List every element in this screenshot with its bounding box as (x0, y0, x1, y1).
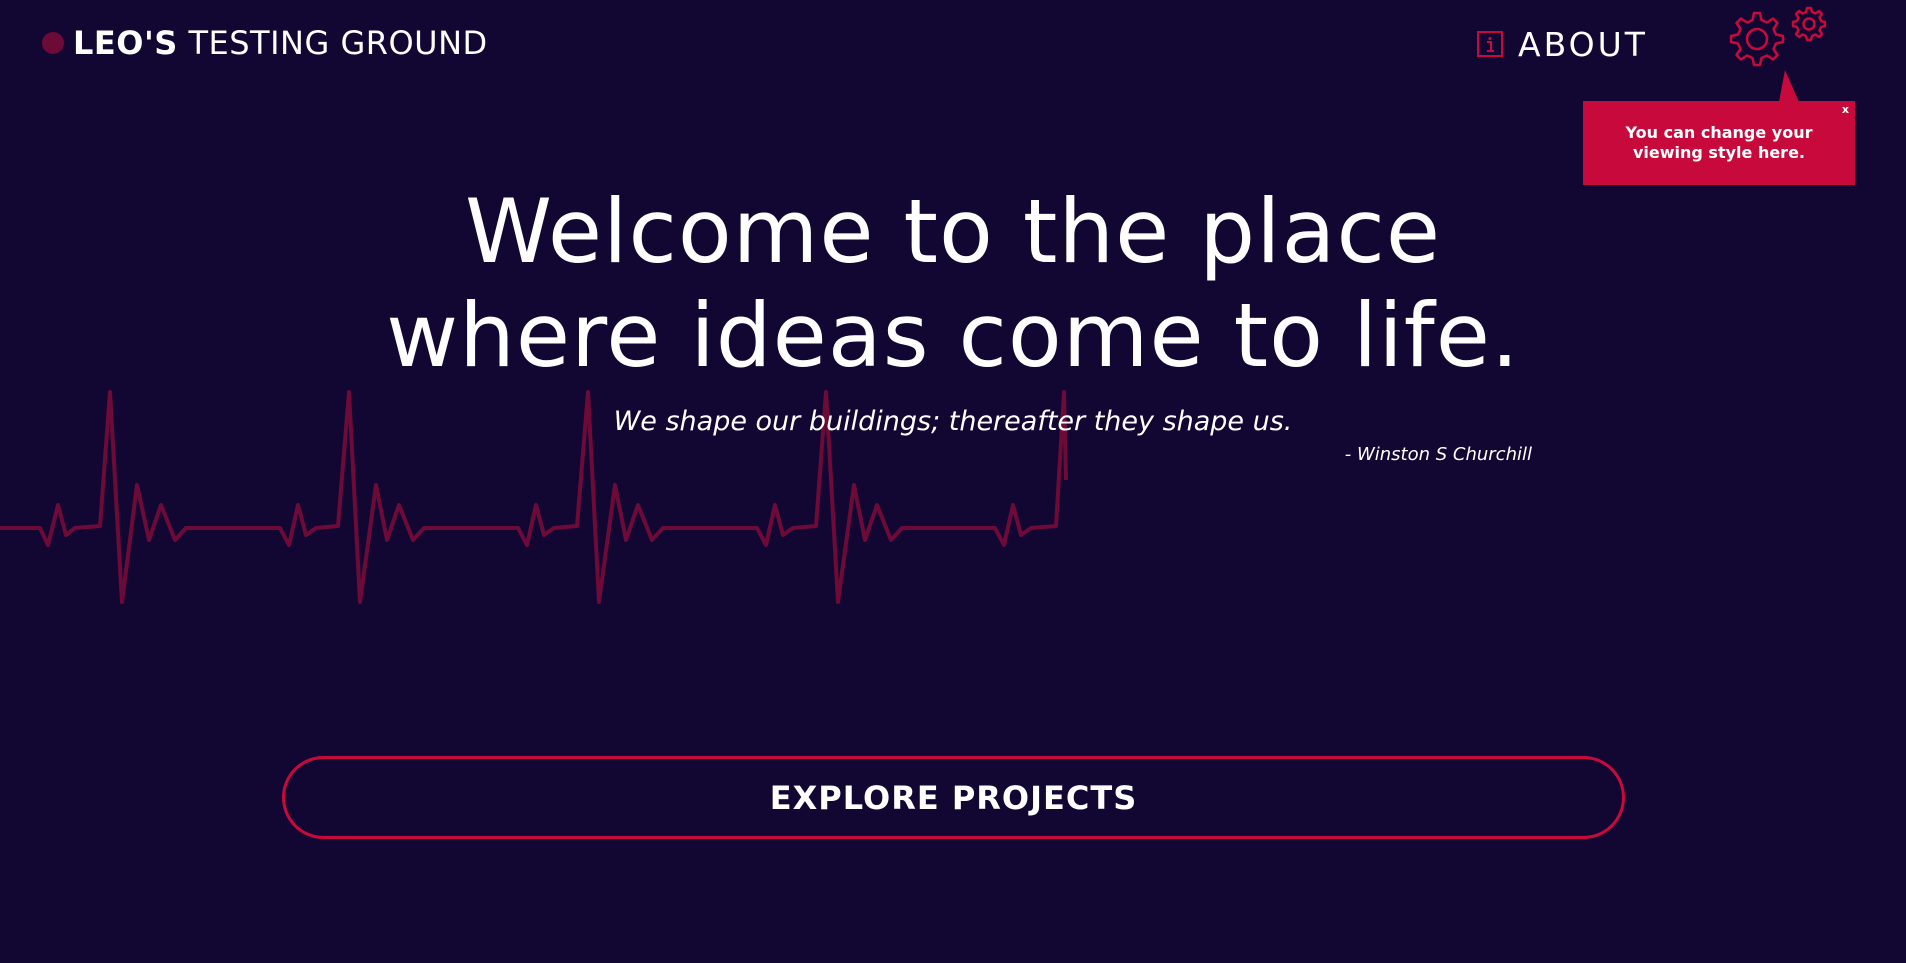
brand-name-strong: LEO'S (73, 24, 178, 62)
style-tooltip: x You can change your viewing style here… (1583, 101, 1855, 185)
brand-dot-icon (42, 32, 64, 54)
info-icon (1476, 30, 1504, 58)
brand-logo[interactable]: LEO'S TESTING GROUND (42, 22, 488, 64)
nav-about-link[interactable]: ABOUT (1476, 22, 1648, 66)
brand-name-light: TESTING GROUND (177, 24, 488, 62)
hero-title-line-2: where ideas come to life. (386, 284, 1520, 387)
hero-title: Welcome to the place where ideas come to… (253, 180, 1653, 388)
tooltip-text: You can change your viewing style here. (1625, 123, 1813, 162)
hero-quote: We shape our buildings; thereafter they … (613, 406, 1293, 437)
brand-name: LEO'S TESTING GROUND (73, 24, 488, 62)
quote-author: - Winston S Churchill (1344, 444, 1532, 465)
page: LEO'S TESTING GROUND ABOUT x You can cha… (0, 0, 1906, 963)
tooltip-arrow (1779, 70, 1799, 102)
tooltip-close-button[interactable]: x (1842, 103, 1849, 116)
nav-about-label: ABOUT (1518, 24, 1648, 64)
explore-projects-button[interactable]: EXPLORE PROJECTS (282, 756, 1625, 839)
hero-title-line-1: Welcome to the place (465, 180, 1441, 283)
gears-icon[interactable] (1720, 6, 1832, 80)
